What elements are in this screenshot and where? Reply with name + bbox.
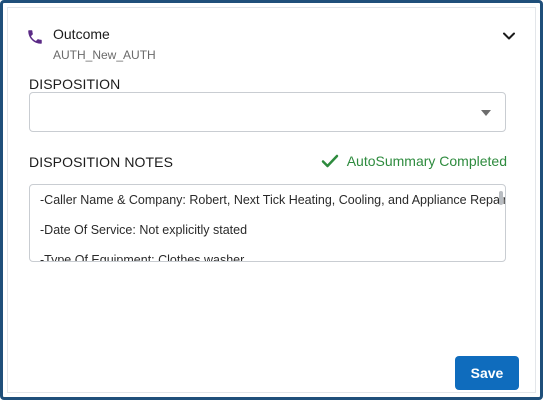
- outcome-subtitle: AUTH_New_AUTH: [53, 48, 156, 62]
- notes-line: -Caller Name & Company: Robert, Next Tic…: [40, 193, 506, 207]
- phone-icon: [28, 30, 42, 44]
- outcome-title: Outcome: [53, 26, 110, 42]
- notes-line: -Type Of Equipment: Clothes washer: [40, 253, 245, 262]
- notes-line: -Date Of Service: Not explicitly stated: [40, 223, 248, 237]
- panel-body: Outcome AUTH_New_AUTH DISPOSITION DISPOS…: [7, 7, 536, 393]
- caret-down-icon: [481, 110, 491, 116]
- autosummary-status-text: AutoSummary Completed: [346, 153, 507, 169]
- disposition-notes-textarea[interactable]: -Caller Name & Company: Robert, Next Tic…: [29, 184, 506, 262]
- autosummary-status: AutoSummary Completed: [321, 153, 507, 169]
- disposition-notes-label: DISPOSITION NOTES: [29, 154, 174, 170]
- chevron-down-icon[interactable]: [501, 28, 517, 44]
- disposition-label: DISPOSITION: [29, 76, 121, 92]
- outcome-panel: Outcome AUTH_New_AUTH DISPOSITION DISPOS…: [0, 0, 543, 400]
- notes-scrollbar[interactable]: [499, 191, 503, 205]
- outcome-header: Outcome AUTH_New_AUTH: [26, 24, 517, 64]
- disposition-select[interactable]: [29, 92, 506, 132]
- check-icon: [321, 154, 338, 168]
- save-button[interactable]: Save: [455, 356, 519, 390]
